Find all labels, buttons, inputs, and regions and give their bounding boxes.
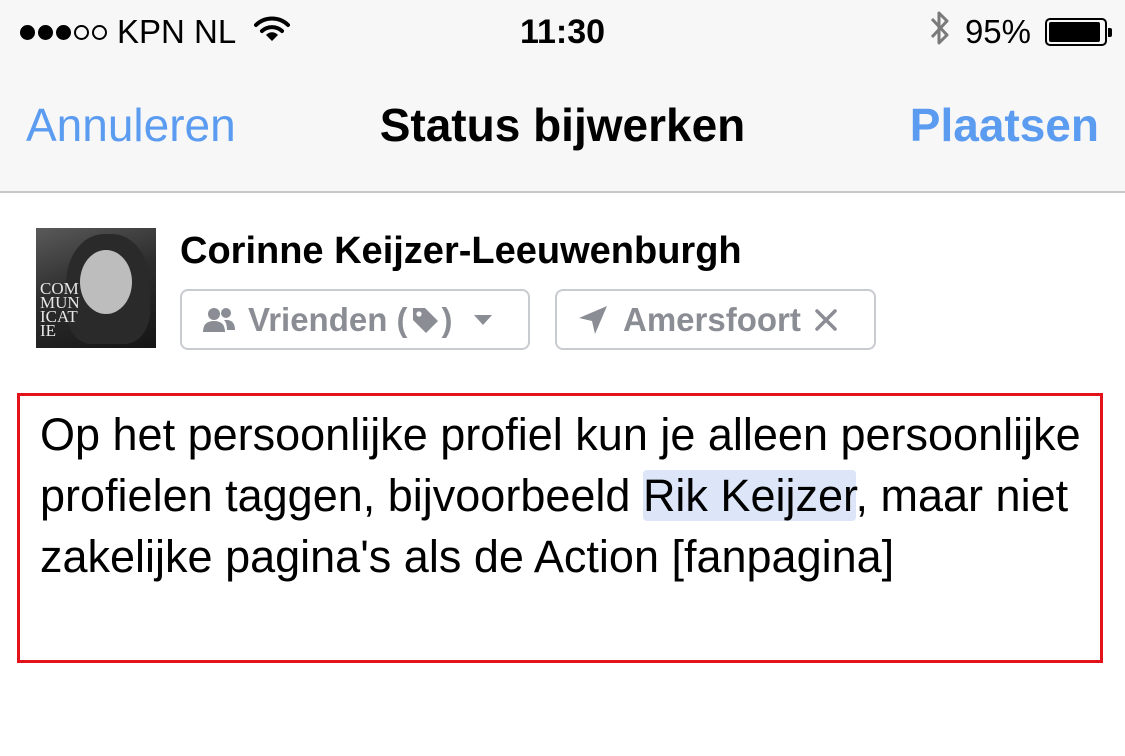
post-text: Op het persoonlijke profiel kun je allee… <box>40 404 1090 587</box>
avatar: COM MUN ICAT IE <box>36 228 156 348</box>
audience-label-start: Vrienden ( <box>248 300 408 338</box>
tagged-person[interactable]: Rik Keijzer <box>642 470 856 521</box>
audience-label: Vrienden ( ) <box>248 301 453 339</box>
top-bar: KPN NL 11:30 95% Annuleren Status bijwer… <box>0 0 1125 193</box>
status-right: 95% <box>929 9 1112 55</box>
author-name: Corinne Keijzer-Leeuwenburgh <box>180 230 742 272</box>
tag-icon <box>410 305 440 335</box>
location-chip[interactable]: Amersfoort <box>555 289 876 350</box>
cancel-button[interactable]: Annuleren <box>26 98 236 152</box>
navigation-bar: Annuleren Status bijwerken Plaatsen <box>0 64 1125 192</box>
location-label: Amersfoort <box>623 300 801 338</box>
audience-label-end: ) <box>441 300 453 338</box>
post-button[interactable]: Plaatsen <box>910 98 1099 152</box>
battery-percentage: 95% <box>964 13 1031 50</box>
avatar-magazine-title: COM MUN ICAT IE <box>40 279 80 340</box>
audience-selector[interactable]: Vrienden ( ) <box>180 289 530 350</box>
battery-tip <box>1108 28 1112 37</box>
battery-fill <box>1049 22 1101 42</box>
friends-icon <box>202 307 236 333</box>
status-bar: KPN NL 11:30 95% <box>0 0 1125 64</box>
location-arrow-icon <box>577 304 609 336</box>
battery-icon <box>1045 18 1112 46</box>
chevron-down-icon <box>473 314 493 326</box>
remove-location-icon[interactable] <box>815 308 837 331</box>
post-text-area[interactable]: Op het persoonlijke profiel kun je allee… <box>17 393 1103 663</box>
bluetooth-icon <box>929 9 951 55</box>
